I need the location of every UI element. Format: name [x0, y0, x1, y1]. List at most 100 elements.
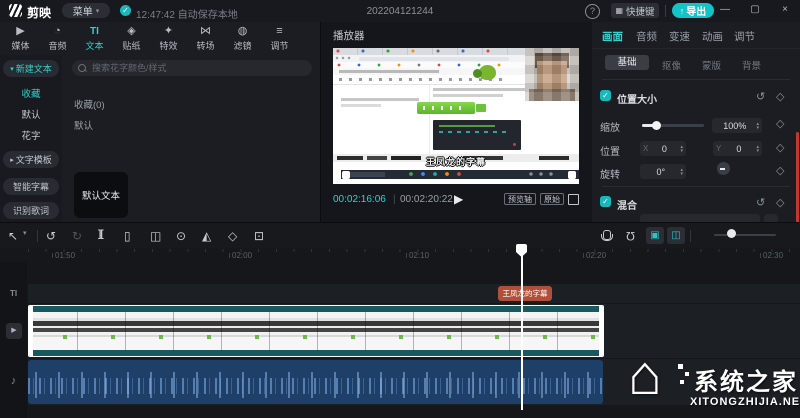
- minimize-button[interactable]: —: [718, 4, 732, 15]
- tab-sticker[interactable]: ◈ 贴纸: [113, 22, 150, 55]
- link-preview-toggle[interactable]: ▣: [646, 227, 664, 244]
- selection-handle-bottom-right[interactable]: [568, 171, 576, 179]
- undo-button[interactable]: ↺: [46, 229, 56, 243]
- subtab-mask[interactable]: 蒙版: [702, 58, 721, 72]
- blend-checkbox[interactable]: ✓: [600, 196, 611, 207]
- clip-trim-handle-left[interactable]: [29, 306, 33, 356]
- preview-axis-toggle[interactable]: ◫: [667, 227, 685, 244]
- play-button[interactable]: ▶: [454, 192, 463, 206]
- props-tab-video[interactable]: 画面: [602, 29, 623, 44]
- split-button[interactable]: ][: [98, 229, 104, 240]
- media-icon: ▶: [16, 25, 25, 37]
- position-size-checkbox[interactable]: ✓: [600, 90, 611, 101]
- shortcuts-button[interactable]: ▦ 快捷键: [611, 3, 659, 18]
- search-input[interactable]: [90, 62, 306, 74]
- rotate-button[interactable]: ◇: [228, 229, 237, 243]
- tab-text[interactable]: TI 文本: [76, 22, 113, 55]
- blend-stepper[interactable]: [764, 214, 778, 222]
- video-clip[interactable]: [28, 305, 604, 357]
- position-label: 位置: [600, 147, 620, 158]
- rotation-value-box[interactable]: 0° ▴ ▾: [640, 164, 686, 179]
- ruler-label: 02:10: [406, 251, 429, 260]
- redo-button[interactable]: ↻: [72, 229, 82, 243]
- stepper-icon[interactable]: ▴ ▾: [680, 167, 683, 176]
- auto-snap-button[interactable]: Ω: [626, 229, 635, 243]
- subtitle-clip[interactable]: 王凤龙的字幕: [498, 286, 552, 301]
- reset-icon[interactable]: ↺: [756, 196, 765, 209]
- properties-scrollbar[interactable]: [796, 132, 799, 224]
- keyframe-icon[interactable]: ◇: [776, 141, 784, 154]
- props-tab-speed[interactable]: 变速: [669, 29, 690, 44]
- selection-handle-bottom-left[interactable]: [342, 171, 350, 179]
- clip-trim-handle-right[interactable]: [599, 306, 603, 356]
- keyframe-icon[interactable]: ◇: [776, 164, 784, 177]
- pixelation-overlay: [525, 48, 579, 101]
- fullscreen-icon[interactable]: [568, 194, 579, 205]
- properties-panel: 画面 音频 变速 动画 调节 基础 抠像 蒙版 背景 ✓ 位置大小 ↺ ◇ 缩放…: [592, 22, 800, 222]
- keyframe-icon[interactable]: ◇: [776, 196, 784, 209]
- text-track: [28, 284, 800, 303]
- playhead[interactable]: [521, 248, 523, 410]
- subtab-basic[interactable]: 基础: [605, 55, 649, 70]
- rotation-label: 旋转: [600, 170, 620, 181]
- props-tab-audio[interactable]: 音频: [636, 29, 657, 44]
- current-time: 00:02:16:06: [333, 194, 386, 205]
- cursor-tool-button[interactable]: ↖: [8, 229, 18, 243]
- position-y-box[interactable]: Y 0 ▴ ▾: [713, 141, 762, 156]
- playhead-handle[interactable]: [516, 244, 527, 257]
- audio-waveform: [28, 360, 603, 404]
- record-voiceover-button[interactable]: [601, 230, 613, 241]
- rotation-dial[interactable]: [717, 162, 730, 175]
- reverse-button[interactable]: ⊙: [176, 229, 186, 243]
- subtab-background[interactable]: 背景: [742, 58, 761, 72]
- preview-axis-button[interactable]: 预览轴: [504, 193, 536, 205]
- timeline-zoom-knob[interactable]: [727, 229, 736, 238]
- scale-value-box[interactable]: 100% ▴ ▾: [712, 118, 762, 133]
- props-tab-animation[interactable]: 动画: [702, 29, 723, 44]
- scale-slider[interactable]: [642, 121, 704, 130]
- stepper-icon[interactable]: ▴ ▾: [756, 144, 759, 153]
- original-ratio-button[interactable]: 原始: [540, 193, 564, 205]
- chevron-down-icon: ▾: [95, 7, 100, 15]
- crop-button[interactable]: ⊡: [254, 229, 264, 243]
- shortcuts-label: 快捷键: [626, 6, 655, 18]
- search-bar[interactable]: [72, 60, 312, 76]
- audio-clip[interactable]: [28, 360, 603, 404]
- maximize-button[interactable]: ▢: [748, 4, 762, 15]
- tab-transition[interactable]: ⋈ 转场: [187, 22, 224, 55]
- menu-button[interactable]: 菜单 ▾: [62, 3, 110, 18]
- close-button[interactable]: ×: [778, 4, 792, 15]
- freeze-frame-button[interactable]: ◫: [150, 229, 161, 243]
- scale-slider-knob[interactable]: [652, 121, 661, 130]
- default-text-tile[interactable]: 默认文本: [74, 172, 128, 218]
- help-button[interactable]: ?: [585, 4, 600, 19]
- reset-icon[interactable]: ↺: [756, 90, 765, 103]
- delete-button[interactable]: ▯: [124, 229, 131, 243]
- keyframe-icon[interactable]: ◇: [776, 90, 784, 103]
- blend-mode-dropdown[interactable]: [640, 214, 760, 222]
- favorites-header: 收藏(0): [74, 100, 105, 111]
- mirror-button[interactable]: ◭: [202, 229, 211, 243]
- timeline-zoom-slider[interactable]: [714, 234, 776, 236]
- tab-audio[interactable]: ◔ 音频: [39, 22, 76, 55]
- props-tab-adjust[interactable]: 调节: [734, 29, 755, 44]
- preview-android-logo: [473, 65, 496, 80]
- subtab-cutout[interactable]: 抠像: [662, 58, 681, 72]
- tab-adjust[interactable]: ≡ 调节: [261, 22, 298, 55]
- preview-text-line: [433, 94, 503, 97]
- keyframe-icon[interactable]: ◇: [776, 117, 784, 130]
- text-library: 收藏(0) 默认 默认文本 花字: [0, 55, 320, 222]
- stepper-icon[interactable]: ▴ ▾: [680, 144, 683, 153]
- site-watermark: ⌂ 系统之家 XITONGZHIJIA.NET: [628, 343, 800, 418]
- tab-filter[interactable]: ◍ 滤镜: [224, 22, 261, 55]
- stepper-icon[interactable]: ▴ ▾: [756, 121, 759, 130]
- tab-media[interactable]: ▶ 媒体: [2, 22, 39, 55]
- cursor-dropdown-icon[interactable]: ▾: [23, 229, 27, 237]
- export-button[interactable]: ↑ 导出: [672, 3, 714, 18]
- preview-subtitle-text: 王凤龙的字幕: [425, 157, 487, 167]
- ruler-label: 01:50: [52, 251, 75, 260]
- position-x-box[interactable]: X 0 ▴ ▾: [640, 141, 686, 156]
- video-preview[interactable]: 王凤龙的字幕: [333, 48, 579, 184]
- timeline-toolbar: ↖ ▾ ↺ ↻ ][ ▯ ◫ ⊙ ◭ ◇ ⊡ Ω ▣ ◫ − +: [0, 222, 800, 249]
- tab-effects[interactable]: ✦ 特效: [150, 22, 187, 55]
